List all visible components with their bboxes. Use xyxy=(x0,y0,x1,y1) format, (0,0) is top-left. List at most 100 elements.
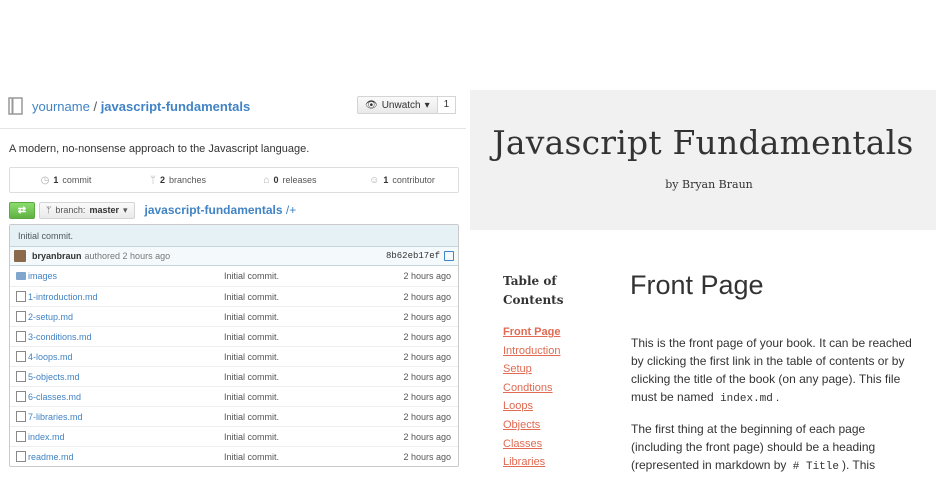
file-row[interactable]: 7-libraries.md Initial commit. 2 hours ago xyxy=(10,406,458,426)
stat-branches-label: branches xyxy=(168,175,207,185)
file-icon xyxy=(16,351,26,362)
file-row[interactable]: 1-introduction.md Initial commit. 2 hours … xyxy=(10,286,458,306)
compare-icon: ⇄ xyxy=(17,204,27,216)
stat-commits[interactable]: ◷ 1 commit xyxy=(10,168,122,192)
toc-link[interactable]: Front Page xyxy=(503,323,560,342)
book-header: Javascript Fundamentals by Bryan Braun xyxy=(470,90,936,230)
file-commit-message[interactable]: Initial commit. xyxy=(224,372,279,382)
branch-selector-label: branch: xyxy=(55,205,86,215)
toc-link[interactable]: Objects xyxy=(503,416,560,435)
branch-icon: ᛘ xyxy=(149,174,156,186)
file-name-link[interactable]: 2-setup.md xyxy=(28,312,73,322)
unwatch-button[interactable]: 👁 Unwatch ▾ xyxy=(357,96,438,114)
toc-link[interactable]: Condtions xyxy=(503,379,560,398)
paragraph-2-end: ). This xyxy=(841,458,876,472)
file-commit-message[interactable]: Initial commit. xyxy=(224,312,279,322)
toc-link[interactable]: Classes xyxy=(503,435,560,454)
stat-commits-label: commit xyxy=(62,175,92,185)
stat-releases[interactable]: ⌂ 0 releases xyxy=(234,168,346,192)
file-name-link[interactable]: 6-classes.md xyxy=(28,392,81,402)
file-commit-message[interactable]: Initial commit. xyxy=(224,392,279,402)
paragraph-1: This is the front page of your book. It … xyxy=(631,334,913,408)
file-age: 2 hours ago xyxy=(403,371,451,382)
repo-description: A modern, no-nonsense approach to the Ja… xyxy=(9,143,310,155)
breadcrumb-repo-link[interactable]: javascript-fundamentals xyxy=(145,203,283,217)
toc-link[interactable]: Libraries xyxy=(503,453,560,472)
file-commit-message[interactable]: Initial commit. xyxy=(224,271,279,281)
stat-releases-label: releases xyxy=(282,175,317,185)
inline-code: index.md xyxy=(720,393,773,405)
eye-icon: 👁 xyxy=(365,99,378,111)
file-name-link[interactable]: 4-loops.md xyxy=(28,352,73,362)
caret-down-icon: ▾ xyxy=(122,204,128,215)
file-icon xyxy=(16,311,26,322)
file-icon xyxy=(16,391,26,402)
repo-path-separator: / xyxy=(93,98,98,114)
file-row[interactable]: readme.md Initial commit. 2 hours ago xyxy=(10,446,458,466)
clipboard-icon[interactable] xyxy=(444,251,454,261)
github-repo-panel: yourname / javascript-fundamentals 👁 Unw… xyxy=(0,0,466,477)
file-list: images Initial commit. 2 hours ago 1-introd… xyxy=(10,266,458,466)
file-age: 2 hours ago xyxy=(403,451,451,462)
file-name-link[interactable]: 1-introduction.md xyxy=(28,292,98,302)
page-title: Front Page xyxy=(630,270,764,300)
file-row[interactable]: 3-conditions.md Initial commit. 2 hours ag… xyxy=(10,326,458,346)
file-row[interactable]: 6-classes.md Initial commit. 2 hours ago xyxy=(10,386,458,406)
file-icon xyxy=(16,411,26,422)
file-name-link[interactable]: index.md xyxy=(28,432,65,442)
watch-count[interactable]: 1 xyxy=(437,96,457,114)
stat-branches-count: 2 xyxy=(159,175,165,185)
last-commit-message[interactable]: Initial commit. xyxy=(10,225,458,247)
table-of-contents: Front Page Introduction Setup Condtions Loop… xyxy=(503,323,560,472)
commit-author-link[interactable]: bryanbraun xyxy=(32,251,82,261)
paragraph-2: The first thing at the beginning of each… xyxy=(631,420,913,476)
toc-link[interactable]: Setup xyxy=(503,360,560,379)
stat-commits-count: 1 xyxy=(53,175,59,185)
file-age: 2 hours ago xyxy=(403,351,451,362)
file-commit-message[interactable]: Initial commit. xyxy=(224,352,279,362)
people-icon: ☺ xyxy=(369,174,380,186)
compare-button[interactable]: ⇄ xyxy=(9,201,35,219)
file-row[interactable]: images Initial commit. 2 hours ago xyxy=(10,266,458,286)
inline-code: # Title xyxy=(792,461,839,473)
repo-path: yourname / javascript-fundamentals xyxy=(32,99,250,114)
repo-stats-bar: ◷ 1 commit ᛘ 2 branches ⌂ 0 releases ☺ 1… xyxy=(9,167,459,193)
file-row[interactable]: 4-loops.md Initial commit. 2 hours ago xyxy=(10,346,458,366)
repo-book-icon xyxy=(8,97,23,115)
file-name-link[interactable]: 5-objects.md xyxy=(28,372,80,382)
file-row[interactable]: 2-setup.md Initial commit. 2 hours ago xyxy=(10,306,458,326)
file-commit-message[interactable]: Initial commit. xyxy=(224,332,279,342)
commit-sha-link[interactable]: 8b62eb17ef xyxy=(386,251,440,261)
toc-link[interactable]: Loops xyxy=(503,397,560,416)
file-name-link[interactable]: readme.md xyxy=(28,452,74,462)
file-commit-message[interactable]: Initial commit. xyxy=(224,292,279,302)
breadcrumb: javascript-fundamentals /+ xyxy=(145,203,297,217)
last-commit-meta: bryanbraun authored 2 hours ago 8b62eb17… xyxy=(10,247,458,266)
book-title[interactable]: Javascript Fundamentals xyxy=(470,123,936,162)
unwatch-label: Unwatch xyxy=(381,99,421,111)
stat-contributors-count: 1 xyxy=(383,175,389,185)
folder-icon xyxy=(16,272,26,280)
file-commit-message[interactable]: Initial commit. xyxy=(224,452,279,462)
new-file-link[interactable]: /+ xyxy=(286,203,296,217)
file-row[interactable]: index.md Initial commit. 2 hours ago xyxy=(10,426,458,446)
file-name-link[interactable]: 7-libraries.md xyxy=(28,412,83,422)
branch-bar: ⇄ ᛘ branch: master ▾ javascript-fundamen… xyxy=(9,201,296,219)
page-body: This is the front page of your book. It … xyxy=(631,334,913,477)
file-age: 2 hours ago xyxy=(403,291,451,302)
stat-releases-count: 0 xyxy=(273,175,279,185)
file-row[interactable]: 5-objects.md Initial commit. 2 hours ago xyxy=(10,366,458,386)
file-commit-message[interactable]: Initial commit. xyxy=(224,432,279,442)
file-name-link[interactable]: images xyxy=(28,271,57,281)
file-name-link[interactable]: 3-conditions.md xyxy=(28,332,92,342)
toc-link[interactable]: Introduction xyxy=(503,342,560,361)
file-icon xyxy=(16,451,26,462)
stat-branches[interactable]: ᛘ 2 branches xyxy=(122,168,234,192)
file-age: 2 hours ago xyxy=(403,411,451,422)
file-commit-message[interactable]: Initial commit. xyxy=(224,412,279,422)
repo-owner-link[interactable]: yourname xyxy=(32,99,90,114)
repo-name-link[interactable]: javascript-fundamentals xyxy=(101,99,251,114)
header-divider xyxy=(0,128,466,129)
stat-contributors[interactable]: ☺ 1 contributor xyxy=(346,168,458,192)
branch-selector[interactable]: ᛘ branch: master ▾ xyxy=(39,201,135,219)
